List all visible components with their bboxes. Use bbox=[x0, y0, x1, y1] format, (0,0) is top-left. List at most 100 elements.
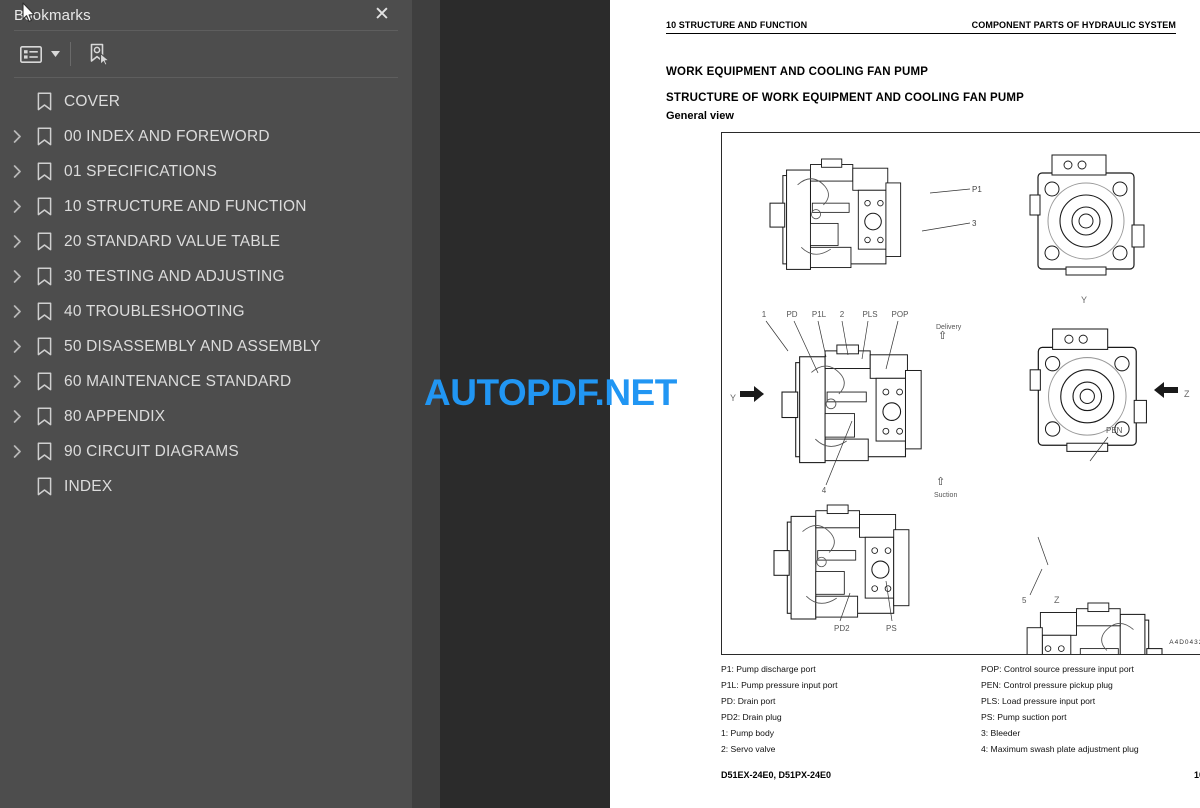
bookmark-icon bbox=[30, 299, 58, 325]
page-content: 10 STRUCTURE AND FUNCTION COMPONENT PART… bbox=[666, 0, 1200, 808]
chevron-right-icon[interactable] bbox=[4, 229, 30, 255]
toolbar-divider bbox=[70, 42, 71, 66]
bookmark-icon bbox=[30, 124, 58, 150]
page-number: 10-111 bbox=[1193, 770, 1200, 780]
bookmark-item-label: 30 TESTING AND ADJUSTING bbox=[64, 267, 285, 285]
legend-entry: P1: Pump discharge port bbox=[721, 664, 816, 674]
bookmark-icon bbox=[30, 264, 58, 290]
svg-text:⇧: ⇧ bbox=[938, 330, 947, 342]
bookmark-item[interactable]: 60 MAINTENANCE STANDARD bbox=[0, 364, 412, 399]
pdf-reader-window: Bookmarks ✕ COVER 00 INDEX AND FOREWORD … bbox=[0, 0, 1200, 808]
chevron-down-icon[interactable] bbox=[48, 39, 62, 69]
svg-text:PD: PD bbox=[786, 310, 797, 319]
legend-entry: POP: Control source pressure input port bbox=[981, 664, 1134, 674]
bookmark-icon bbox=[30, 194, 58, 220]
legend-entry: PD: Drain port bbox=[721, 696, 776, 706]
svg-text:Z: Z bbox=[1184, 389, 1190, 399]
footer-model: D51EX-24E0, D51PX-24E0 bbox=[721, 770, 832, 780]
bookmark-item[interactable]: 90 CIRCUIT DIAGRAMS bbox=[0, 434, 412, 469]
bookmark-item-label: 40 TROUBLESHOOTING bbox=[64, 302, 245, 320]
svg-text:1: 1 bbox=[762, 310, 767, 319]
page-footer: D51EX-24E0, D51PX-24E0 10-111 bbox=[721, 770, 1200, 780]
bookmark-icon bbox=[30, 159, 58, 185]
bookmark-icon bbox=[30, 334, 58, 360]
bookmark-item[interactable]: 80 APPENDIX bbox=[0, 399, 412, 434]
legend-entry: PLS: Load pressure input port bbox=[981, 696, 1096, 706]
bookmark-item-label: 50 DISASSEMBLY AND ASSEMBLY bbox=[64, 337, 321, 355]
bookmark-item-label: 00 INDEX AND FOREWORD bbox=[64, 127, 270, 145]
bookmark-item-label: 01 SPECIFICATIONS bbox=[64, 162, 217, 180]
figure-legend: P1: Pump discharge port P1L: Pump pressur… bbox=[721, 661, 1200, 757]
bookmark-item[interactable]: COVER bbox=[0, 84, 412, 119]
svg-text:Z: Z bbox=[1054, 595, 1060, 605]
svg-text:P1L: P1L bbox=[812, 310, 827, 319]
legend-entry: 1: Pump body bbox=[721, 728, 775, 738]
svg-text:Y: Y bbox=[730, 393, 736, 403]
figure-general-view: P1 3 Y 1 PD P1L 2 PLS POP 4 Delivery ⇧ ⇧… bbox=[721, 132, 1200, 655]
bookmark-item[interactable]: 01 SPECIFICATIONS bbox=[0, 154, 412, 189]
legend-entry: 3: Bleeder bbox=[981, 728, 1021, 738]
running-head-rule bbox=[666, 33, 1176, 34]
chevron-right-icon[interactable] bbox=[4, 299, 30, 325]
section-heading-2: STRUCTURE OF WORK EQUIPMENT AND COOLING … bbox=[666, 92, 1025, 104]
legend-entry: 2: Servo valve bbox=[721, 744, 776, 754]
bookmark-icon bbox=[30, 89, 58, 115]
bookmark-item-label: INDEX bbox=[64, 477, 113, 495]
chevron-right-icon[interactable] bbox=[4, 404, 30, 430]
bookmark-list: COVER 00 INDEX AND FOREWORD 01 SPECIFICATI… bbox=[0, 78, 412, 504]
svg-text:⇧: ⇧ bbox=[936, 476, 945, 488]
section-heading-1: WORK EQUIPMENT AND COOLING FAN PUMP bbox=[666, 66, 929, 78]
chevron-right-icon[interactable] bbox=[4, 369, 30, 395]
bookmark-icon bbox=[30, 474, 58, 500]
svg-text:POP: POP bbox=[892, 310, 909, 319]
bookmark-item[interactable]: INDEX bbox=[0, 469, 412, 504]
pdf-page[interactable]: 10 STRUCTURE AND FUNCTION COMPONENT PART… bbox=[610, 0, 1200, 808]
legend-entry: PD2: Drain plug bbox=[721, 712, 782, 722]
bookmarks-toolbar bbox=[0, 31, 412, 77]
svg-text:Suction: Suction bbox=[934, 492, 957, 499]
bookmark-pointer-icon[interactable] bbox=[81, 39, 115, 69]
legend-entry: 4: Maximum swash plate adjustment plug bbox=[981, 744, 1139, 754]
section-heading-3: General view bbox=[666, 110, 734, 122]
svg-text:2: 2 bbox=[840, 310, 845, 319]
bookmark-icon bbox=[30, 439, 58, 465]
bookmark-item-label: 10 STRUCTURE AND FUNCTION bbox=[64, 197, 307, 215]
svg-text:Y: Y bbox=[1081, 295, 1087, 305]
bookmark-icon bbox=[30, 404, 58, 430]
chevron-right-icon[interactable] bbox=[4, 334, 30, 360]
pump-assembly-drawing: P1 3 Y 1 PD P1L 2 PLS POP 4 Delivery ⇧ ⇧… bbox=[730, 154, 1190, 654]
chevron-right-icon[interactable] bbox=[4, 194, 30, 220]
list-options-icon[interactable] bbox=[14, 39, 48, 69]
bookmark-item[interactable]: 20 STANDARD VALUE TABLE bbox=[0, 224, 412, 259]
legend-column-left: P1: Pump discharge port P1L: Pump pressur… bbox=[721, 661, 981, 757]
svg-text:PEN: PEN bbox=[1106, 426, 1123, 435]
bookmark-item[interactable]: 00 INDEX AND FOREWORD bbox=[0, 119, 412, 154]
running-head: 10 STRUCTURE AND FUNCTION COMPONENT PART… bbox=[666, 20, 1176, 30]
bookmark-item[interactable]: 50 DISASSEMBLY AND ASSEMBLY bbox=[0, 329, 412, 364]
svg-text:PS: PS bbox=[886, 624, 897, 633]
bookmarks-panel-title: Bookmarks bbox=[14, 6, 91, 24]
legend-entry: P1L: Pump pressure input port bbox=[721, 680, 838, 690]
legend-entry: PEN: Control pressure pickup plug bbox=[981, 680, 1113, 690]
legend-column-right: POP: Control source pressure input port P… bbox=[981, 661, 1200, 757]
bookmark-item[interactable]: 40 TROUBLESHOOTING bbox=[0, 294, 412, 329]
running-head-right: COMPONENT PARTS OF HYDRAULIC SYSTEM bbox=[971, 20, 1176, 30]
viewer-gutter bbox=[412, 0, 440, 808]
legend-entry: PS: Pump suction port bbox=[981, 712, 1067, 722]
svg-text:PD2: PD2 bbox=[834, 624, 850, 633]
bookmarks-panel: Bookmarks ✕ COVER 00 INDEX AND FOREWORD … bbox=[0, 0, 412, 808]
chevron-right-icon[interactable] bbox=[4, 264, 30, 290]
chevron-right-icon[interactable] bbox=[4, 159, 30, 185]
bookmark-icon bbox=[30, 229, 58, 255]
chevron-right-icon[interactable] bbox=[4, 124, 30, 150]
bookmark-item[interactable]: 10 STRUCTURE AND FUNCTION bbox=[0, 189, 412, 224]
svg-text:3: 3 bbox=[972, 219, 977, 228]
chevron-right-icon[interactable] bbox=[4, 439, 30, 465]
bookmark-item-label: COVER bbox=[64, 92, 121, 110]
close-icon[interactable]: ✕ bbox=[368, 0, 396, 28]
bookmark-item[interactable]: 30 TESTING AND ADJUSTING bbox=[0, 259, 412, 294]
bookmark-item-label: 80 APPENDIX bbox=[64, 407, 166, 425]
svg-text:P1: P1 bbox=[972, 185, 982, 194]
bookmark-icon bbox=[30, 369, 58, 395]
bookmark-item-label: 60 MAINTENANCE STANDARD bbox=[64, 372, 292, 390]
